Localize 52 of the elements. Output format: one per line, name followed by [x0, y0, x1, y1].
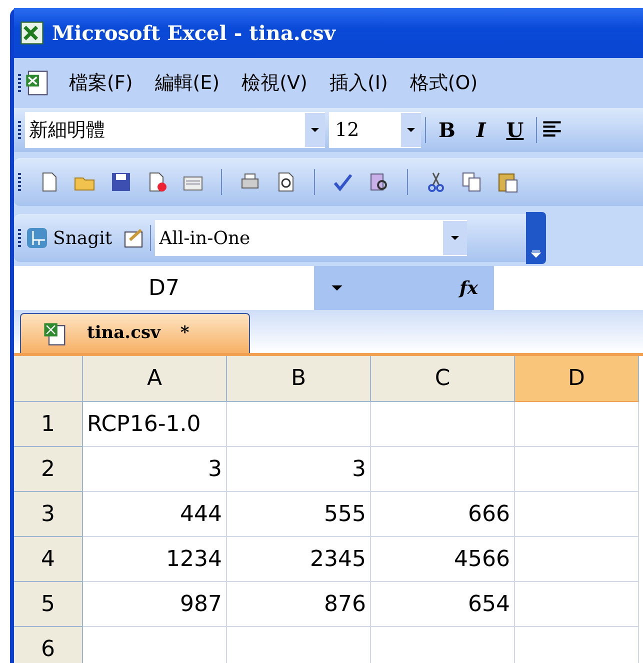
- table-cell: 3: [227, 447, 371, 492]
- row-header[interactable]: 4: [14, 537, 83, 582]
- table-cell: 654: [371, 582, 515, 627]
- table-cell: 987: [83, 582, 227, 627]
- capture-icon[interactable]: [25, 226, 49, 250]
- table-cell: 555: [227, 492, 371, 537]
- menu-item[interactable]: 插入(I): [329, 68, 388, 98]
- column-header[interactable]: A: [83, 356, 227, 402]
- menu-item[interactable]: 檢視(V): [242, 68, 308, 98]
- spreadsheet-icon[interactable]: [43, 322, 67, 346]
- toolbar-grip[interactable]: [18, 173, 21, 191]
- column-header[interactable]: C: [371, 356, 515, 402]
- modified-mark: *: [180, 322, 190, 345]
- table-cell: 876: [227, 582, 371, 627]
- row-header[interactable]: 5: [14, 582, 83, 627]
- table-cell: 666: [371, 492, 515, 537]
- row-header[interactable]: 2: [14, 447, 83, 492]
- table-cell: 444: [83, 492, 227, 537]
- menu-item[interactable]: 檔案(F): [69, 68, 133, 98]
- table-cell: RCP16-1.0: [83, 402, 227, 447]
- profile-field[interactable]: All-in-One: [155, 220, 468, 256]
- sheet-tab[interactable]: tina.csv *: [20, 313, 250, 353]
- table-cell: 3: [83, 447, 227, 492]
- toolbar-options-icon[interactable]: [526, 212, 546, 264]
- table-cell: 1234: [83, 537, 227, 582]
- menu-item[interactable]: 編輯(E): [154, 68, 220, 98]
- dropdown-icon[interactable]: [305, 113, 325, 147]
- function-label[interactable]: fx: [460, 274, 478, 302]
- underline-button[interactable]: U: [498, 115, 532, 145]
- column-header[interactable]: D: [515, 356, 639, 402]
- window-title: Microsoft Excel - tina.csv: [52, 20, 336, 47]
- bold-button[interactable]: B: [430, 115, 464, 145]
- table-cell: 2345: [227, 537, 371, 582]
- toolbar-grip[interactable]: [18, 74, 21, 92]
- font-field[interactable]: 新細明體: [25, 112, 325, 148]
- table-cell: 4566: [371, 537, 515, 582]
- spreadsheet-icon[interactable]: [20, 21, 44, 45]
- save-icon[interactable]: [109, 170, 133, 194]
- dropdown-icon[interactable]: [401, 113, 421, 147]
- font-size-field[interactable]: 12: [329, 112, 421, 148]
- name-box[interactable]: D7: [14, 266, 314, 310]
- toolbar-grip[interactable]: [18, 121, 21, 139]
- column-header[interactable]: B: [227, 356, 371, 402]
- toolbar-label: Snagit: [53, 226, 112, 250]
- italic-button[interactable]: I: [464, 115, 498, 145]
- row-header[interactable]: 6: [14, 627, 83, 663]
- menu-item[interactable]: 格式(O): [410, 68, 478, 98]
- row-header[interactable]: 3: [14, 492, 83, 537]
- row-header[interactable]: 1: [14, 402, 83, 447]
- dropdown-icon[interactable]: [330, 284, 344, 292]
- toolbar-grip[interactable]: [18, 229, 21, 247]
- formula-field[interactable]: [494, 266, 643, 310]
